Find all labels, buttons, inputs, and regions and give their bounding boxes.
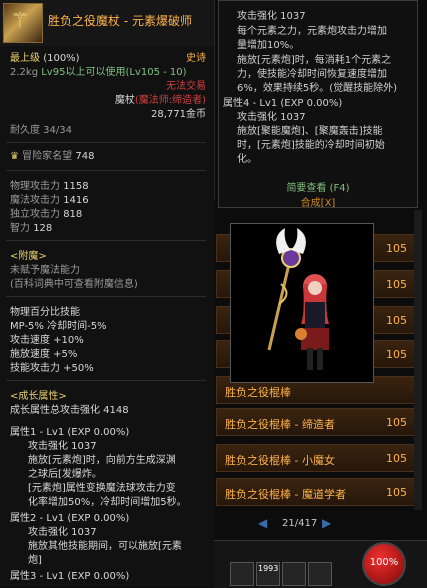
attr1-title: 属性1 - Lv1 (EXP 0.00%) (10, 427, 130, 438)
simple-view-button[interactable]: 简要查看 (F4) (219, 179, 417, 194)
item-durability: 耐久度 34/34 (10, 125, 72, 136)
character-preview-image (231, 224, 373, 382)
wand-item-icon: ⚚ (3, 3, 43, 43)
list-item[interactable]: 胜负之役棍棒 - 魔道学者 105 (216, 478, 422, 506)
list-scrollbar[interactable] (414, 210, 422, 510)
fame-icon: ♛ (10, 151, 19, 162)
divider (6, 380, 206, 381)
skill-line: 6%，效果持续5秒。(觉醒技能除外) (237, 83, 398, 94)
attr1-desc: 施放[元素炮]时，向前方生成深渊 (28, 455, 176, 466)
attr1-atk: 攻击强化 1037 (28, 441, 97, 452)
next-page-icon[interactable]: ▶ (322, 516, 331, 530)
skill-line: 属性4 - Lv1 (EXP 0.00%) (223, 98, 343, 109)
growth-total: 成长属性总攻击强化 4148 (10, 405, 129, 416)
attr3-title: 属性3 - Lv1 (EXP 0.00%) (10, 571, 130, 582)
attr2-atk: 攻击强化 1037 (28, 527, 97, 538)
quick-slot[interactable] (308, 562, 332, 586)
page-indicator: 21/417 (282, 518, 318, 529)
item-weight-level: 2.2kg Lv95以上可以使用(Lv105 - 10) (10, 67, 187, 78)
stat-row: 物理攻击力 1158 (10, 181, 89, 192)
attr1-desc: 之球后[发爆炸。 (28, 469, 102, 480)
skill-pct-header: 物理百分比技能 (10, 307, 80, 318)
prev-page-icon[interactable]: ◀ (258, 516, 267, 530)
stat-row: 独立攻击力 818 (10, 209, 83, 220)
skill-line: 攻击强化 1037 (237, 11, 306, 22)
list-item[interactable]: 胜负之役棍棒 - 缔造者 105 (216, 408, 422, 436)
growth-header: <成长属性> (10, 391, 67, 402)
hp-orb: 100% (362, 542, 406, 586)
skill-line: 力，使技能冷却时间恢复速度增加 (237, 69, 387, 80)
character-preview (230, 223, 374, 383)
skill-line: 量增加10%。 (237, 40, 300, 51)
item-title: 胜负之役魔杖 - 元素爆破师 (48, 14, 192, 28)
skill-line: 施放[聚能魔炮]、[聚魔轰击]技能 (237, 126, 383, 137)
attr2-title: 属性2 - Lv1 (EXP 0.00%) (10, 513, 130, 524)
item-price: 28,771金币 (151, 109, 206, 120)
skill-line: 每个元素之力，元素炮攻击力增加 (237, 26, 387, 37)
item-header: ⚚ 胜负之役魔杖 - 元素爆破师 (0, 0, 214, 46)
bonus-line: 施放速度 +5% (10, 349, 78, 360)
quick-slot[interactable] (282, 562, 306, 586)
quick-slot[interactable] (230, 562, 254, 586)
enchant-line: (百科词典中可查看附魔信息) (10, 279, 138, 290)
enchant-header: <附魔> (10, 251, 47, 262)
enchant-line: 未赋予魔法能力 (10, 265, 80, 276)
skill-line: 时，[元素炮]技能的冷却时间初始 (237, 140, 385, 151)
item-tooltip: ⚚ 胜负之役魔杖 - 元素爆破师 最上级 (100%) 史诗 2.2kg Lv9… (0, 0, 215, 587)
attr1-desc: 化率增加50%，冷却时间增加5秒。 (28, 497, 187, 508)
item-grade: 最上级 (100%) (10, 53, 80, 64)
item-trade: 无法交易 (166, 81, 206, 92)
skill-line: 施放[元素炮]时，每消耗1个元素之 (237, 55, 392, 66)
quick-slot[interactable]: 1993 (256, 562, 280, 586)
bonus-line: 技能攻击力 +50% (10, 363, 94, 374)
item-rarity: 史诗 (186, 53, 206, 64)
divider (6, 296, 206, 297)
divider (6, 170, 206, 171)
attr2-desc: 施放其他技能期间，可以施放[元素 (28, 541, 182, 552)
attr1-desc: [元素炮]属性变换魔法球攻击力变 (28, 483, 176, 494)
stat-row: 智力 128 (10, 223, 53, 234)
attr2-desc: 炮] (28, 555, 42, 566)
synthesis-button[interactable]: 合成[X] (219, 194, 417, 209)
stat-row: 魔法攻击力 1416 (10, 195, 89, 206)
skill-line: 攻击强化 1037 (237, 112, 306, 123)
divider (6, 142, 206, 143)
divider (6, 240, 206, 241)
adventure-fame: ♛ 冒险家名望 748 (10, 151, 95, 162)
bonus-line: 攻击速度 +10% (10, 335, 84, 346)
item-type-class: 魔杖(魔法师:缔造者) (114, 95, 206, 106)
skill-tooltip: 攻击强化 1037 每个元素之力，元素炮攻击力增加 量增加10%。 施放[元素炮… (218, 0, 418, 209)
skill-pct-line: MP-5% 冷却时间-5% (10, 321, 107, 332)
skill-line: 化。 (237, 154, 257, 165)
list-item[interactable]: 胜负之役棍棒 - 小魔女 105 (216, 444, 422, 472)
